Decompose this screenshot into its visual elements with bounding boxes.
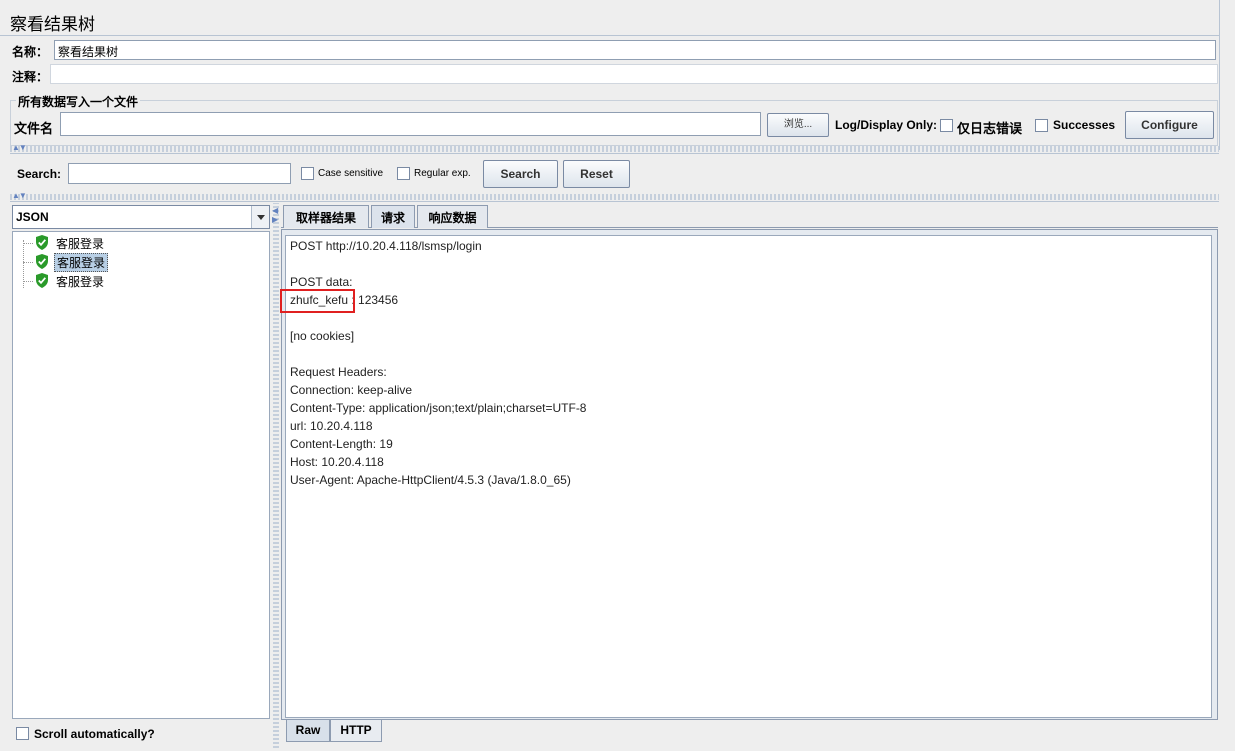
highlight-box (280, 289, 355, 313)
request-line: POST data: (290, 275, 353, 289)
right-border (1219, 0, 1220, 150)
tree-items: 客服登录 客服登录 客服登录 (23, 232, 265, 302)
request-line: Content-Type: application/json;text/plai… (290, 401, 587, 415)
regex-checkbox[interactable] (397, 167, 410, 180)
splitter-arrows-icon[interactable]: ▲▼ (12, 143, 27, 152)
filename-label: 文件名 (14, 121, 54, 136)
divider (10, 153, 1219, 154)
log-display-label: Log/Display Only: (835, 118, 938, 132)
tree-item[interactable]: 客服登录 (23, 272, 155, 290)
request-line: Request Headers: (290, 365, 387, 379)
result-tree: 客服登录 客服登录 客服登录 (12, 231, 270, 719)
errors-only-label: 仅日志错误 (957, 121, 1023, 136)
search-label: Search: (17, 167, 62, 181)
tree-item-label: 客服登录 (56, 237, 105, 251)
request-line: Connection: keep-alive (290, 383, 413, 397)
bottom-tabs: Raw HTTP (286, 720, 406, 742)
tree-item[interactable]: 客服登录 (23, 253, 155, 272)
splitter-arrows-icon-2[interactable]: ▲▼ (12, 191, 27, 200)
success-shield-icon (35, 254, 49, 269)
tree-item-label: 客服登录 (54, 253, 109, 272)
successes-label: Successes (1053, 118, 1116, 132)
successes-checkbox[interactable] (1035, 119, 1048, 132)
renderer-dropdown-button[interactable] (251, 206, 269, 228)
renderer-select[interactable]: JSON (12, 205, 270, 229)
bottom-tab-raw[interactable]: Raw (286, 720, 330, 742)
search-input[interactable] (68, 163, 291, 184)
filename-input[interactable] (60, 112, 761, 136)
vertical-splitter[interactable] (273, 203, 279, 748)
request-line: [no cookies] (290, 329, 355, 343)
request-lines: POST http://10.20.4.118/lsmsp/login POST … (290, 239, 1190, 499)
configure-button[interactable]: Configure (1125, 111, 1214, 139)
name-field[interactable]: 察看结果树 (54, 40, 1216, 60)
tab-1[interactable]: 请求 (371, 205, 415, 228)
title-divider (0, 35, 1219, 36)
tab-2[interactable]: 响应数据 (417, 205, 488, 228)
chevron-down-icon (257, 215, 265, 220)
errors-only-checkbox[interactable] (940, 119, 953, 132)
scroll-auto-label: Scroll automatically? (34, 727, 155, 741)
regex-label: Regular exp. (414, 168, 471, 179)
request-line: Content-Length: 19 (290, 437, 393, 451)
name-label: 名称： (12, 45, 49, 59)
splitter-top[interactable] (10, 146, 1219, 152)
result-tabs: 取样器结果 请求 响应数据 (283, 205, 583, 228)
success-shield-icon (35, 235, 49, 250)
search-button[interactable]: Search (483, 160, 558, 188)
request-line: url: 10.20.4.118 (290, 419, 373, 433)
window-title: 察看结果树 (10, 15, 95, 34)
success-shield-icon (35, 273, 49, 288)
tab-0[interactable]: 取样器结果 (283, 205, 369, 228)
browse-button[interactable]: 浏览... (767, 113, 829, 137)
reset-button[interactable]: Reset (563, 160, 630, 188)
tree-connector (23, 262, 33, 263)
divider-2 (10, 201, 1219, 202)
comment-field[interactable] (50, 64, 1218, 84)
request-panel: POST http://10.20.4.118/lsmsp/login POST … (280, 229, 1218, 720)
request-text-area[interactable]: POST http://10.20.4.118/lsmsp/login POST … (280, 235, 1212, 718)
tree-item-label: 客服登录 (56, 275, 105, 289)
splitter-arrows-icon-3[interactable]: ◀ ▶ (272, 206, 280, 224)
tree-item[interactable]: 客服登录 (23, 234, 155, 252)
name-value: 察看结果树 (58, 45, 119, 59)
renderer-value: JSON (16, 210, 49, 224)
case-sensitive-checkbox[interactable] (301, 167, 314, 180)
scroll-auto-checkbox[interactable] (16, 727, 29, 740)
request-line: Host: 10.20.4.118 (290, 455, 384, 469)
tree-connector (23, 243, 33, 244)
case-sensitive-label: Case sensitive (318, 168, 384, 179)
tree-connector (23, 281, 33, 282)
request-line: POST http://10.20.4.118/lsmsp/login (290, 239, 482, 253)
bottom-tab-http[interactable]: HTTP (330, 720, 382, 742)
file-section-legend: 所有数据写入一个文件 (16, 93, 141, 110)
comment-label: 注释： (12, 70, 49, 84)
splitter-middle[interactable] (10, 194, 1219, 200)
request-line: User-Agent: Apache-HttpClient/4.5.3 (Jav… (290, 473, 571, 487)
